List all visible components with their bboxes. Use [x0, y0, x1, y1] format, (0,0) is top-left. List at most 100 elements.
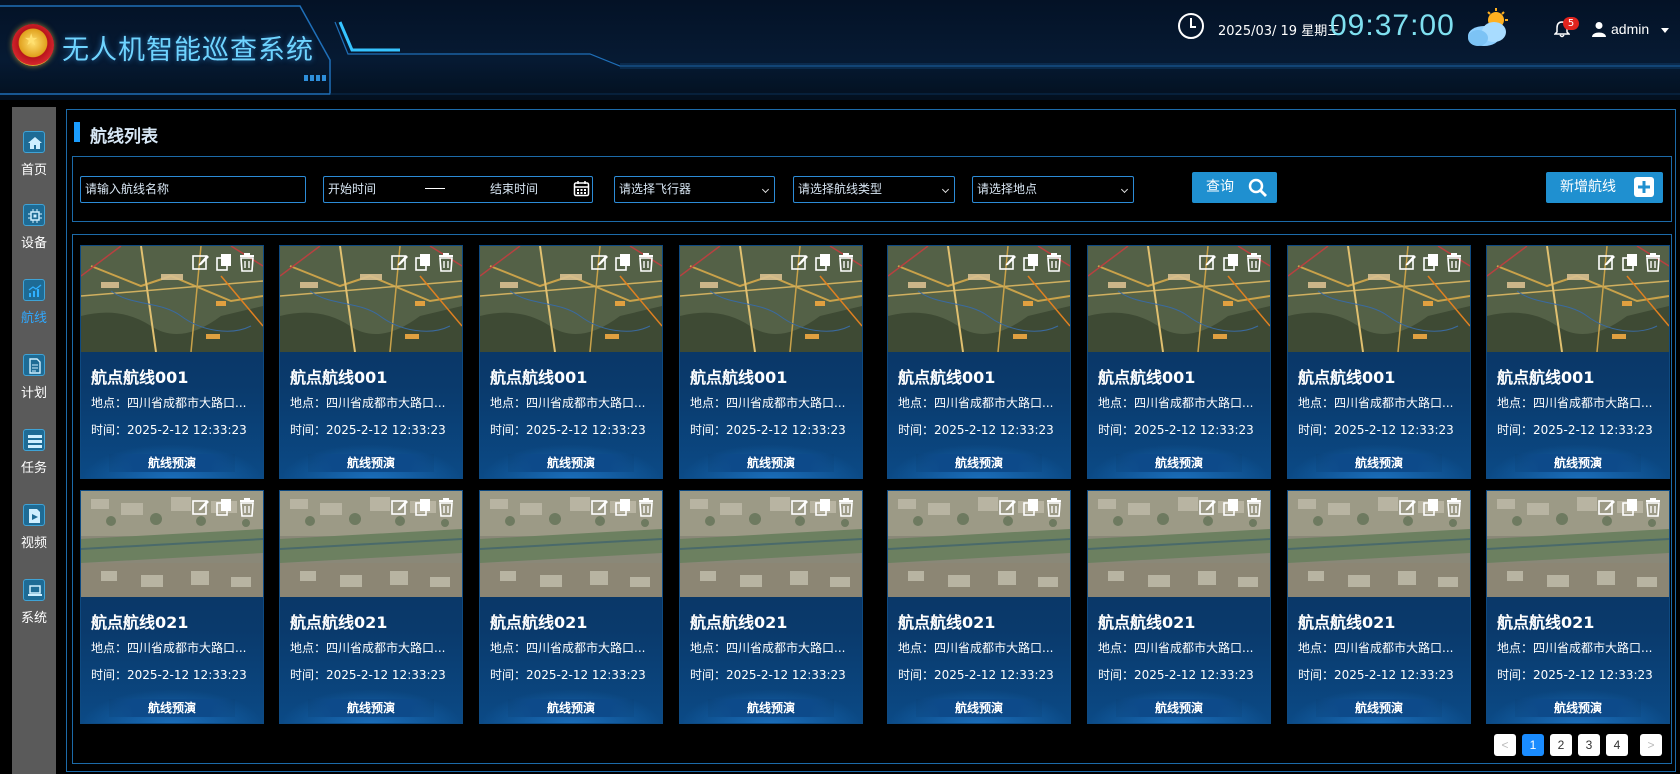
- route-preview-button[interactable]: 航线预演: [508, 699, 634, 717]
- copy-icon[interactable]: [813, 252, 833, 272]
- route-name-input[interactable]: 请输入航线名称: [80, 176, 306, 203]
- delete-icon[interactable]: [1044, 252, 1064, 272]
- page-button-4[interactable]: 4: [1606, 734, 1628, 756]
- route-preview-button[interactable]: 航线预演: [708, 699, 834, 717]
- sidebar-item-system[interactable]: 系统: [12, 579, 56, 639]
- route-card[interactable]: 航点航线001 地点：四川省成都市大路口... 时间：2025-2-12 12:…: [887, 245, 1071, 479]
- route-preview-button[interactable]: 航线预演: [109, 454, 235, 472]
- edit-icon[interactable]: [1198, 497, 1218, 517]
- copy-icon[interactable]: [1620, 497, 1640, 517]
- sidebar-item-device[interactable]: 设备: [12, 204, 56, 264]
- route-card[interactable]: 航点航线001 地点：四川省成都市大路口... 时间：2025-2-12 12:…: [279, 245, 463, 479]
- route-card[interactable]: 航点航线021 地点：四川省成都市大路口... 时间：2025-2-12 12:…: [80, 490, 264, 724]
- copy-icon[interactable]: [214, 252, 234, 272]
- route-preview-button[interactable]: 航线预演: [1116, 454, 1242, 472]
- route-card[interactable]: 航点航线021 地点：四川省成都市大路口... 时间：2025-2-12 12:…: [279, 490, 463, 724]
- edit-icon[interactable]: [1597, 252, 1617, 272]
- end-time-input[interactable]: 结束时间: [490, 177, 538, 202]
- delete-icon[interactable]: [1044, 497, 1064, 517]
- delete-icon[interactable]: [1643, 252, 1663, 272]
- route-card[interactable]: 航点航线021 地点：四川省成都市大路口... 时间：2025-2-12 12:…: [1486, 490, 1670, 724]
- route-type-select[interactable]: 请选择航线类型: [793, 176, 955, 203]
- edit-icon[interactable]: [790, 497, 810, 517]
- route-card[interactable]: 航点航线001 地点：四川省成都市大路口... 时间：2025-2-12 12:…: [1486, 245, 1670, 479]
- sidebar-item-home[interactable]: 首页: [12, 131, 56, 191]
- calendar-icon[interactable]: [573, 180, 590, 197]
- route-card[interactable]: 航点航线021 地点：四川省成都市大路口... 时间：2025-2-12 12:…: [1087, 490, 1271, 724]
- route-card[interactable]: 航点航线021 地点：四川省成都市大路口... 时间：2025-2-12 12:…: [887, 490, 1071, 724]
- route-card[interactable]: 航点航线001 地点：四川省成都市大路口... 时间：2025-2-12 12:…: [479, 245, 663, 479]
- route-preview-button[interactable]: 航线预演: [1515, 454, 1641, 472]
- delete-icon[interactable]: [436, 252, 456, 272]
- route-preview-button[interactable]: 航线预演: [916, 699, 1042, 717]
- route-card[interactable]: 航点航线001 地点：四川省成都市大路口... 时间：2025-2-12 12:…: [1287, 245, 1471, 479]
- sidebar-item-video[interactable]: 视频: [12, 504, 56, 564]
- add-route-button[interactable]: 新增航线: [1546, 172, 1663, 203]
- prev-page-button[interactable]: <: [1494, 734, 1516, 756]
- start-time-input[interactable]: 开始时间: [328, 177, 376, 202]
- next-page-button[interactable]: >: [1640, 734, 1662, 756]
- route-card[interactable]: 航点航线021 地点：四川省成都市大路口... 时间：2025-2-12 12:…: [1287, 490, 1471, 724]
- copy-icon[interactable]: [1421, 497, 1441, 517]
- copy-icon[interactable]: [1421, 252, 1441, 272]
- route-card[interactable]: 航点航线001 地点：四川省成都市大路口... 时间：2025-2-12 12:…: [1087, 245, 1271, 479]
- page-button-1[interactable]: 1: [1522, 734, 1544, 756]
- delete-icon[interactable]: [1643, 497, 1663, 517]
- copy-icon[interactable]: [1620, 252, 1640, 272]
- delete-icon[interactable]: [1244, 252, 1264, 272]
- delete-icon[interactable]: [1244, 497, 1264, 517]
- copy-icon[interactable]: [613, 497, 633, 517]
- sidebar-item-plan[interactable]: 计划: [12, 354, 56, 414]
- copy-icon[interactable]: [1021, 497, 1041, 517]
- edit-icon[interactable]: [998, 252, 1018, 272]
- copy-icon[interactable]: [1021, 252, 1041, 272]
- route-preview-button[interactable]: 航线预演: [1316, 699, 1442, 717]
- route-preview-button[interactable]: 航线预演: [1116, 699, 1242, 717]
- page-button-3[interactable]: 3: [1578, 734, 1600, 756]
- delete-icon[interactable]: [836, 252, 856, 272]
- edit-icon[interactable]: [998, 497, 1018, 517]
- route-preview-button[interactable]: 航线预演: [508, 454, 634, 472]
- sidebar-item-route[interactable]: 航线: [12, 279, 56, 339]
- edit-icon[interactable]: [390, 252, 410, 272]
- delete-icon[interactable]: [1444, 252, 1464, 272]
- edit-icon[interactable]: [191, 252, 211, 272]
- copy-icon[interactable]: [1221, 497, 1241, 517]
- route-preview-button[interactable]: 航线预演: [708, 454, 834, 472]
- route-preview-button[interactable]: 航线预演: [308, 699, 434, 717]
- location-select[interactable]: 请选择地点: [972, 176, 1134, 203]
- route-card[interactable]: 航点航线021 地点：四川省成都市大路口... 时间：2025-2-12 12:…: [479, 490, 663, 724]
- date-range-picker[interactable]: 开始时间 结束时间: [323, 176, 593, 203]
- delete-icon[interactable]: [436, 497, 456, 517]
- route-card[interactable]: 航点航线001 地点：四川省成都市大路口... 时间：2025-2-12 12:…: [80, 245, 264, 479]
- edit-icon[interactable]: [590, 497, 610, 517]
- edit-icon[interactable]: [1198, 252, 1218, 272]
- route-preview-button[interactable]: 航线预演: [308, 454, 434, 472]
- edit-icon[interactable]: [1597, 497, 1617, 517]
- aircraft-select[interactable]: 请选择飞行器: [614, 176, 775, 203]
- delete-icon[interactable]: [1444, 497, 1464, 517]
- edit-icon[interactable]: [790, 252, 810, 272]
- copy-icon[interactable]: [214, 497, 234, 517]
- sidebar-item-task[interactable]: 任务: [12, 429, 56, 489]
- copy-icon[interactable]: [1221, 252, 1241, 272]
- route-card[interactable]: 航点航线021 地点：四川省成都市大路口... 时间：2025-2-12 12:…: [679, 490, 863, 724]
- edit-icon[interactable]: [1398, 252, 1418, 272]
- delete-icon[interactable]: [836, 497, 856, 517]
- edit-icon[interactable]: [1398, 497, 1418, 517]
- copy-icon[interactable]: [413, 252, 433, 272]
- delete-icon[interactable]: [636, 497, 656, 517]
- delete-icon[interactable]: [237, 497, 257, 517]
- page-button-2[interactable]: 2: [1550, 734, 1572, 756]
- edit-icon[interactable]: [191, 497, 211, 517]
- route-preview-button[interactable]: 航线预演: [1316, 454, 1442, 472]
- copy-icon[interactable]: [613, 252, 633, 272]
- user-icon[interactable]: [1592, 21, 1606, 37]
- route-card[interactable]: 航点航线001 地点：四川省成都市大路口... 时间：2025-2-12 12:…: [679, 245, 863, 479]
- edit-icon[interactable]: [390, 497, 410, 517]
- copy-icon[interactable]: [813, 497, 833, 517]
- delete-icon[interactable]: [237, 252, 257, 272]
- route-preview-button[interactable]: 航线预演: [109, 699, 235, 717]
- copy-icon[interactable]: [413, 497, 433, 517]
- user-menu-caret-icon[interactable]: [1661, 28, 1669, 33]
